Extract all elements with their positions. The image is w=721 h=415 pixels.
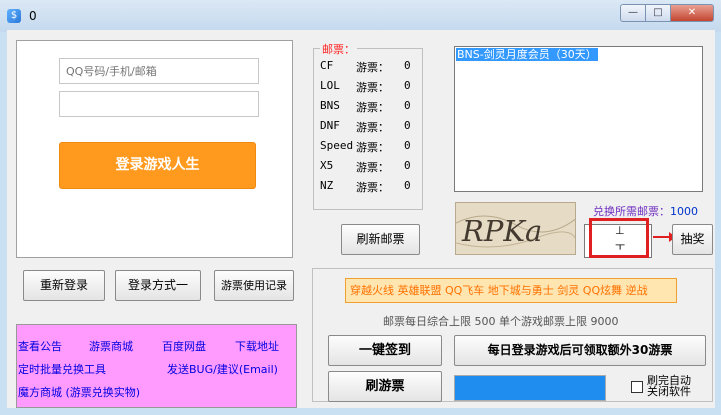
link-batch-tool[interactable]: 定时批量兑换工具: [18, 361, 106, 377]
title-bar: $ 0 — □ ✕: [0, 0, 721, 32]
link-download[interactable]: 下载地址: [235, 338, 279, 354]
mail-row-label: 游票：: [356, 81, 389, 94]
prize-list[interactable]: BNS-剑灵月度会员（30天）: [454, 46, 703, 192]
mail-row-label: 游票：: [356, 121, 389, 134]
mail-row-label: 游票：: [356, 161, 389, 174]
sign-in-button[interactable]: 一键签到: [328, 335, 442, 366]
ticket-record-button[interactable]: 游票使用记录: [214, 270, 294, 301]
login-mode-button[interactable]: 登录方式一: [115, 270, 201, 301]
app-icon: $: [7, 9, 21, 23]
password-input[interactable]: [59, 91, 259, 117]
exchange-label: 兑换所需邮票：: [593, 205, 670, 218]
draw-button[interactable]: 抽奖: [672, 224, 713, 255]
mail-row-count: 0: [404, 139, 411, 152]
mail-row-label: 游票：: [356, 61, 389, 74]
mail-row-game: CF: [320, 59, 334, 72]
mail-row-count: 0: [404, 119, 411, 132]
link-announcement[interactable]: 查看公告: [18, 338, 62, 354]
refresh-ticket-button[interactable]: 刷游票: [328, 371, 442, 402]
mail-row-count: 0: [404, 59, 411, 72]
exchange-value: 1000: [670, 205, 698, 218]
mail-row-label: 游票：: [356, 141, 389, 154]
account-input[interactable]: [59, 58, 259, 84]
maximize-button[interactable]: □: [645, 4, 671, 22]
minimize-button[interactable]: —: [620, 4, 646, 22]
progress-fill: [455, 376, 605, 400]
mail-row-label: 游票：: [356, 101, 389, 114]
mail-row-game: Speed: [320, 139, 354, 152]
mail-row-game: X5: [320, 159, 334, 172]
mail-row-count: 0: [404, 99, 411, 112]
exchange-required: 兑换所需邮票：1000: [593, 203, 698, 219]
limit-text: 邮票每日综合上限 500 单个游戏邮票上限 9000: [383, 315, 619, 328]
mail-row-game: DNF: [320, 119, 340, 132]
daily-bonus-button[interactable]: 每日登录游戏后可领取额外30游票: [454, 335, 706, 366]
link-netdisk[interactable]: 百度网盘: [162, 338, 206, 354]
games-bar: 穿越火线 英雄联盟 QQ飞车 地下城与勇士 剑灵 QQ炫舞 逆战: [345, 278, 677, 303]
login-panel: 登录游戏人生: [16, 40, 293, 258]
mail-row-count: 0: [404, 79, 411, 92]
auto-close-checkbox[interactable]: [631, 381, 643, 393]
mail-row-game: NZ: [320, 179, 334, 192]
window-title: 0: [29, 9, 37, 23]
close-button[interactable]: ✕: [670, 4, 714, 22]
captcha-image[interactable]: RPKa: [455, 202, 576, 255]
login-button[interactable]: 登录游戏人生: [59, 142, 256, 189]
main-window: 登录游戏人生 重新登录 登录方式一 游票使用记录 邮票： CF 游票： 0 LOL 游票…: [7, 30, 715, 408]
relogin-button[interactable]: 重新登录: [23, 270, 105, 301]
mail-group-legend: 邮票：: [320, 41, 357, 57]
highlight-box: [589, 218, 649, 258]
prize-list-item[interactable]: BNS-剑灵月度会员（30天）: [456, 48, 598, 61]
link-magic-shop[interactable]: 魔方商城 (游票兑换实物): [18, 384, 140, 400]
captcha-text: RPKa: [461, 214, 542, 248]
links-panel: 查看公告 游票商城 百度网盘 下载地址 定时批量兑换工具 发送BUG/建议(Em…: [16, 324, 297, 408]
link-feedback[interactable]: 发送BUG/建议(Email): [167, 361, 278, 377]
auto-close-label-line2: 关闭软件: [647, 385, 691, 398]
refresh-mail-button[interactable]: 刷新邮票: [341, 224, 420, 255]
auto-close-label[interactable]: 刷完自动 关闭软件: [647, 375, 691, 397]
mail-row-count: 0: [404, 159, 411, 172]
mail-row-label: 游票：: [356, 181, 389, 194]
mail-row-game: LOL: [320, 79, 340, 92]
captcha-graphic: RPKa: [456, 214, 575, 248]
progress-bar: [454, 375, 606, 401]
mail-row-count: 0: [404, 179, 411, 192]
link-shop[interactable]: 游票商城: [89, 338, 133, 354]
mail-row-game: BNS: [320, 99, 340, 112]
mail-group: 邮票： CF 游票： 0 LOL 游票： 0 BNS 游票： 0 DNF 游票： 0 Speed 游票： 0…: [313, 41, 423, 210]
